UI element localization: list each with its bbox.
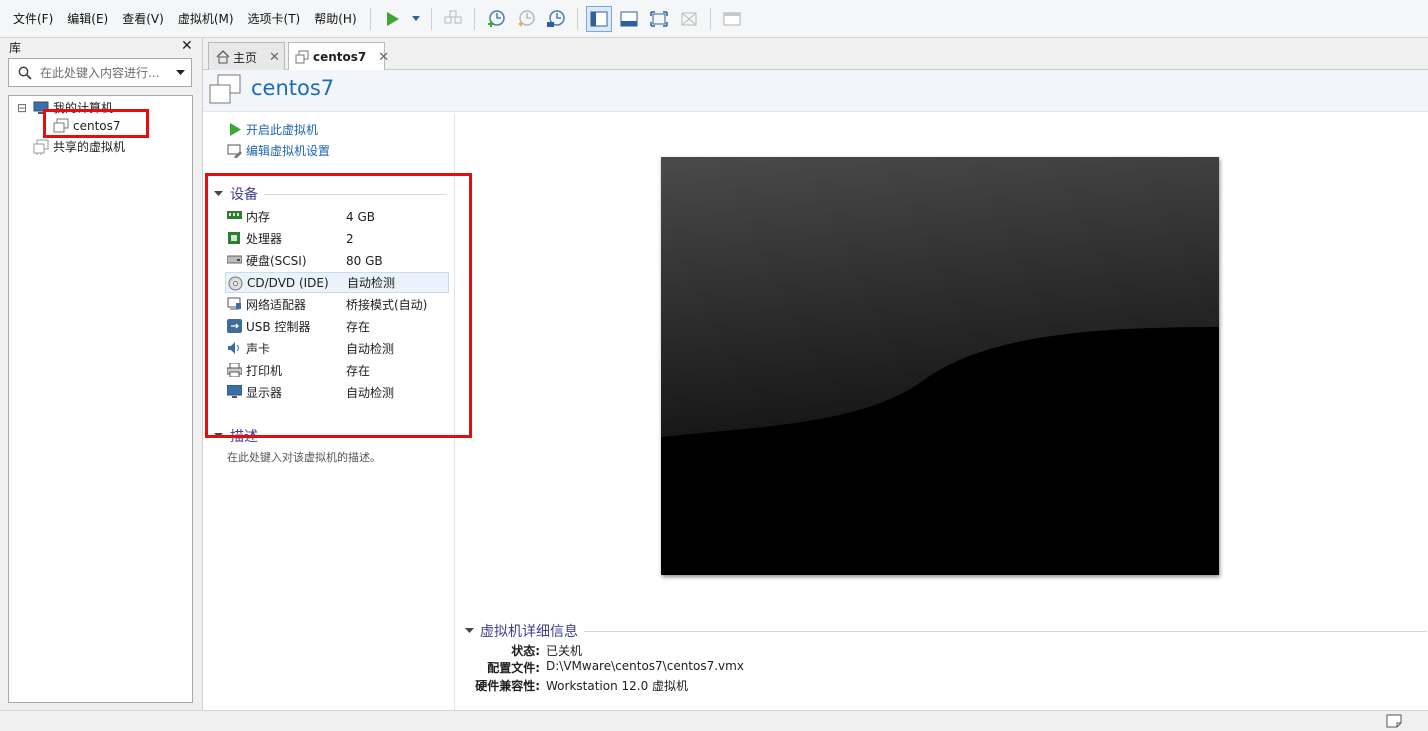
vm-header: centos7 [203,70,1428,112]
play-icon [229,123,241,136]
thumbnail-bar-icon[interactable] [616,6,642,32]
detail-label: 状态: [511,644,540,658]
home-icon [216,50,230,64]
library-view-icon[interactable] [585,5,612,32]
detail-value: D:\VMware\centos7\centos7.vmx [546,659,744,673]
menu-edit[interactable]: 编辑(E) [60,0,115,38]
settings-icon [227,144,243,158]
tab-label: centos7 [313,50,367,64]
toolbar-separator [709,7,711,30]
search-placeholder: 在此处键入内容进行... [40,66,160,80]
chevron-down-icon[interactable] [176,69,185,76]
menu-help[interactable]: 帮助(H) [307,0,363,38]
edit-settings-link[interactable]: 编辑虚拟机设置 [227,142,330,159]
library-panel: 库 ✕ 在此处键入内容进行... ⊟ 我的计算机 centos7 共享的虚拟机 [0,38,200,710]
details-title: 虚拟机详细信息 [480,624,578,640]
tree-item-shared-vms[interactable]: 共享的虚拟机 [33,138,125,155]
tab-home[interactable]: 主页 ✕ [208,42,285,71]
menu-view[interactable]: 查看(V) [115,0,171,38]
close-icon[interactable]: ✕ [181,38,193,54]
menu-vm[interactable]: 虚拟机(M) [171,0,241,38]
vm-summary-pane: 开启此虚拟机 编辑虚拟机设置 设备 内存 4 GB 处理器 2 硬盘(SCSI) 80 G… [203,113,472,710]
vm-large-icon [208,73,242,107]
play-icon[interactable] [379,6,405,32]
power-on-label: 开启此虚拟机 [246,123,319,137]
revert-snapshot-icon[interactable] [513,6,539,32]
collapse-triangle-icon [465,628,474,634]
power-on-link[interactable]: 开启此虚拟机 [229,121,318,138]
edit-settings-label: 编辑虚拟机设置 [246,144,331,158]
details-section-header[interactable]: 虚拟机详细信息 [465,621,1427,641]
preview-glossy-image [661,157,1219,575]
toolbar-separator [576,7,578,30]
fullscreen-icon[interactable] [646,6,672,32]
page-title: centos7 [251,76,335,100]
snapshot-manager-icon[interactable] [543,6,569,32]
notes-icon[interactable] [1386,714,1402,728]
detail-label: 配置文件: [487,661,540,675]
snapshot-icon[interactable] [483,6,509,32]
tab-bar: 主页 ✕ centos7 ✕ [203,38,1428,71]
library-title: 库 [9,41,22,55]
tree-item-label: 共享的虚拟机 [53,140,126,154]
vm-preview-thumbnail[interactable] [661,157,1219,575]
toolbar-separator [473,7,475,30]
detail-value: Workstation 12.0 虚拟机 [546,679,689,693]
main-panel: 主页 ✕ centos7 ✕ centos7 开启此虚拟机 编辑虚拟机设置 设备… [202,38,1428,710]
unity-icon[interactable] [676,6,702,32]
vm-icon [295,50,309,64]
menu-file[interactable]: 文件(F) [6,0,60,38]
console-view-icon[interactable] [719,6,745,32]
search-icon [18,66,32,80]
tab-centos7[interactable]: centos7 ✕ [288,42,389,71]
status-bar [0,710,1428,731]
description-placeholder[interactable]: 在此处键入对该虚拟机的描述。 [227,449,381,465]
close-icon[interactable]: ✕ [378,50,389,65]
menu-toolbar-bar: 文件(F) 编辑(E) 查看(V) 虚拟机(M) 选项卡(T) 帮助(H) [0,0,1428,38]
library-search-input[interactable]: 在此处键入内容进行... [8,58,192,87]
shared-vm-icon [33,139,49,155]
tab-label: 主页 [233,50,258,65]
toolbar-separator [430,7,432,30]
detail-value: 已关机 [546,644,583,658]
send-keys-icon[interactable] [440,6,466,32]
collapse-icon[interactable]: ⊟ [17,101,33,115]
menu-tabs[interactable]: 选项卡(T) [241,0,308,38]
detail-label: 硬件兼容性: [475,679,540,693]
dropdown-arrow-icon[interactable] [409,6,423,32]
library-tree: ⊟ 我的计算机 centos7 共享的虚拟机 [8,95,193,703]
section-divider [584,630,1427,632]
close-icon[interactable]: ✕ [269,50,280,65]
toolbar-separator [369,7,371,30]
highlight-box [205,173,472,438]
highlight-box [43,109,149,138]
